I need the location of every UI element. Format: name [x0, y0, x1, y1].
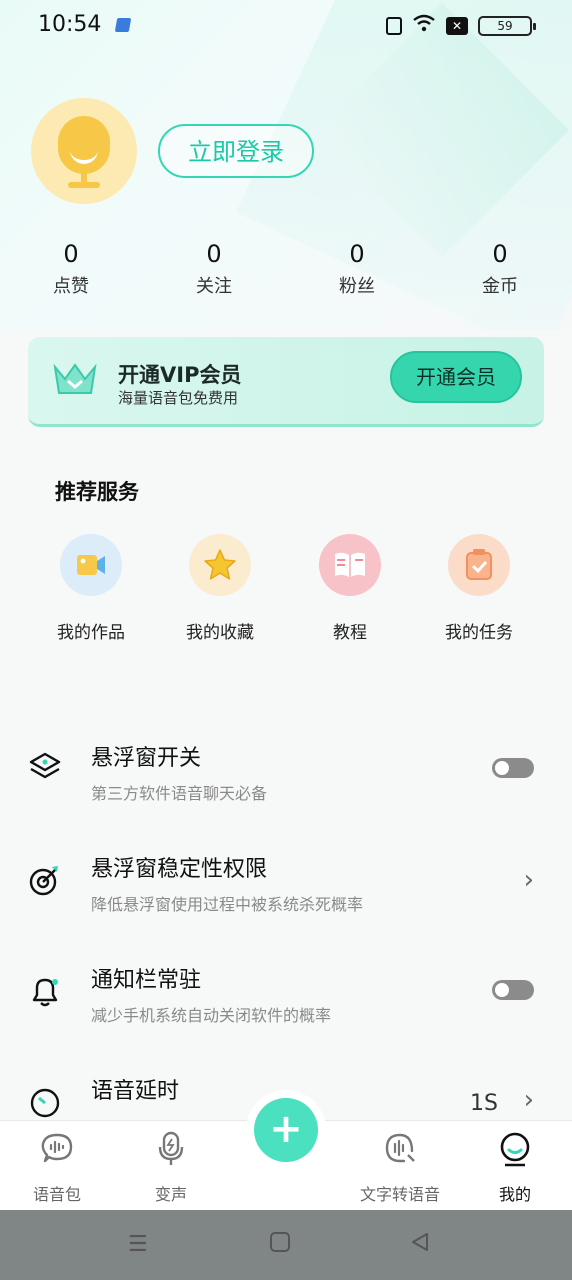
recommended-services-title: 推荐服务 [55, 480, 139, 504]
layers-icon [29, 752, 61, 779]
text-to-speech-icon [385, 1133, 415, 1163]
stat-label: 点赞 [53, 276, 89, 297]
book-icon [335, 552, 365, 577]
stat-label: 金币 [482, 276, 518, 297]
chevron-right-icon: › [523, 865, 534, 895]
login-button[interactable]: 立即登录 [158, 124, 314, 178]
stat-coins[interactable]: 0 金币 [450, 240, 550, 298]
stat-fans[interactable]: 0 粉丝 [307, 240, 407, 298]
setting-title: 语音延时 [91, 1079, 180, 1104]
service-tutorial[interactable]: 教程 [290, 534, 410, 643]
timer-icon [30, 1088, 60, 1118]
setting-subtitle: 降低悬浮窗使用过程中被系统杀死概率 [91, 895, 364, 914]
vip-title: 开通VIP会员 [118, 363, 242, 387]
nav-mine[interactable]: 我的 [465, 1131, 565, 1205]
stat-value: 0 [63, 240, 79, 268]
back-icon[interactable] [410, 1232, 430, 1258]
bell-icon [32, 978, 58, 1007]
setting-floating-window[interactable]: 悬浮窗开关 第三方软件语音聊天必备 [0, 740, 572, 840]
recommended-services: 我的作品 我的收藏 教程 我的任务 [0, 534, 572, 654]
stat-label: 粉丝 [339, 276, 375, 297]
create-button-wrapper: + [246, 1090, 326, 1170]
create-button[interactable]: + [254, 1098, 318, 1162]
stats-row: 0 点赞 0 关注 0 粉丝 0 金币 [0, 240, 572, 304]
setting-subtitle: 减少手机系统自动关闭软件的概率 [91, 1006, 332, 1025]
stat-likes[interactable]: 0 点赞 [21, 240, 121, 298]
setting-title: 悬浮窗开关 [91, 746, 202, 771]
menu-icon[interactable]: ☰ [128, 1232, 148, 1257]
status-bar: 10:54 ✕ 59 [0, 0, 572, 52]
service-label: 教程 [333, 623, 367, 643]
service-my-works[interactable]: 我的作品 [31, 534, 151, 643]
star-icon [204, 549, 236, 580]
service-my-favorites[interactable]: 我的收藏 [160, 534, 280, 643]
battery-icon: 59 [478, 15, 536, 36]
notification-toggle[interactable] [492, 980, 534, 1000]
nav-label: 语音包 [32, 1185, 81, 1204]
setting-title: 通知栏常驻 [91, 968, 202, 993]
open-vip-button[interactable]: 开通会员 [390, 351, 522, 403]
stat-value: 0 [206, 240, 222, 268]
setting-subtitle: 第三方软件语音聊天必备 [91, 784, 268, 803]
service-my-tasks[interactable]: 我的任务 [419, 534, 539, 643]
vip-banner[interactable]: 开通VIP会员 海量语音包免费用 开通会员 [28, 337, 544, 427]
voice-delay-value: 1S [470, 1091, 498, 1116]
chevron-right-icon: › [523, 1085, 534, 1115]
home-icon[interactable] [270, 1232, 290, 1258]
service-label: 我的作品 [57, 623, 125, 643]
plus-icon: + [269, 1106, 303, 1152]
service-label: 我的任务 [445, 623, 513, 643]
status-time: 10:54 [38, 12, 102, 37]
nav-label: 我的 [498, 1185, 531, 1204]
system-navigation-bar: ☰ [0, 1210, 572, 1280]
floating-window-toggle[interactable] [492, 758, 534, 778]
service-label: 我的收藏 [186, 623, 254, 643]
stat-following[interactable]: 0 关注 [164, 240, 264, 298]
vip-subtitle: 海量语音包免费用 [118, 389, 239, 407]
wifi-icon [412, 14, 436, 37]
target-icon [29, 866, 58, 896]
nav-text-to-speech[interactable]: 文字转语音 [350, 1131, 450, 1205]
stat-value: 0 [492, 240, 508, 268]
setting-notification-persistent[interactable]: 通知栏常驻 减少手机系统自动关闭软件的概率 [0, 962, 572, 1062]
app-notification-icon [114, 18, 132, 32]
microphone-avatar-icon [58, 116, 110, 174]
stat-label: 关注 [196, 276, 232, 297]
avatar[interactable] [31, 98, 137, 204]
nav-voice-changer[interactable]: 变声 [121, 1131, 221, 1205]
nav-label: 变声 [154, 1185, 187, 1204]
nav-voice-pack[interactable]: 语音包 [7, 1131, 107, 1205]
video-icon [77, 555, 105, 575]
profile-icon [500, 1132, 530, 1167]
voice-pack-icon [41, 1133, 73, 1163]
stat-value: 0 [349, 240, 365, 268]
setting-floating-stability[interactable]: 悬浮窗稳定性权限 降低悬浮窗使用过程中被系统杀死概率 › [0, 851, 572, 951]
crown-icon [53, 363, 97, 394]
vibrate-icon [386, 16, 402, 35]
microphone-icon [158, 1131, 184, 1165]
sim-off-icon: ✕ [446, 16, 468, 35]
nav-label: 文字转语音 [359, 1185, 440, 1204]
setting-title: 悬浮窗稳定性权限 [91, 857, 268, 882]
clipboard-icon [466, 549, 492, 580]
